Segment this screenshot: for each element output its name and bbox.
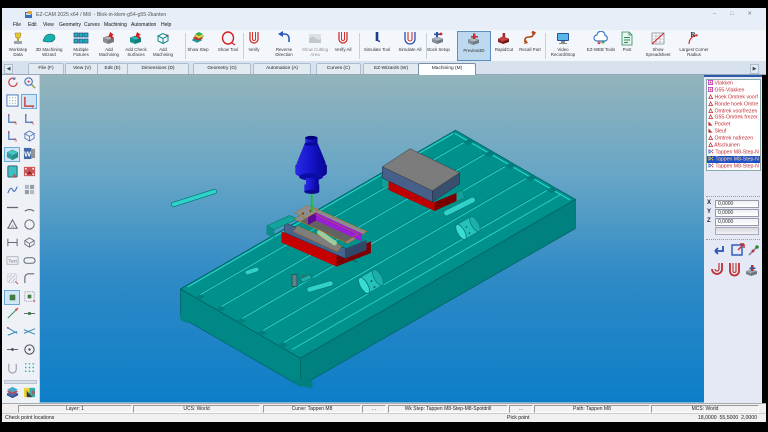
svg-text:Text: Text — [8, 258, 17, 263]
svg-text:z: z — [15, 139, 17, 142]
svg-text:x: x — [15, 122, 17, 125]
svg-text:W: W — [24, 149, 31, 158]
svg-text:x: x — [32, 122, 34, 125]
